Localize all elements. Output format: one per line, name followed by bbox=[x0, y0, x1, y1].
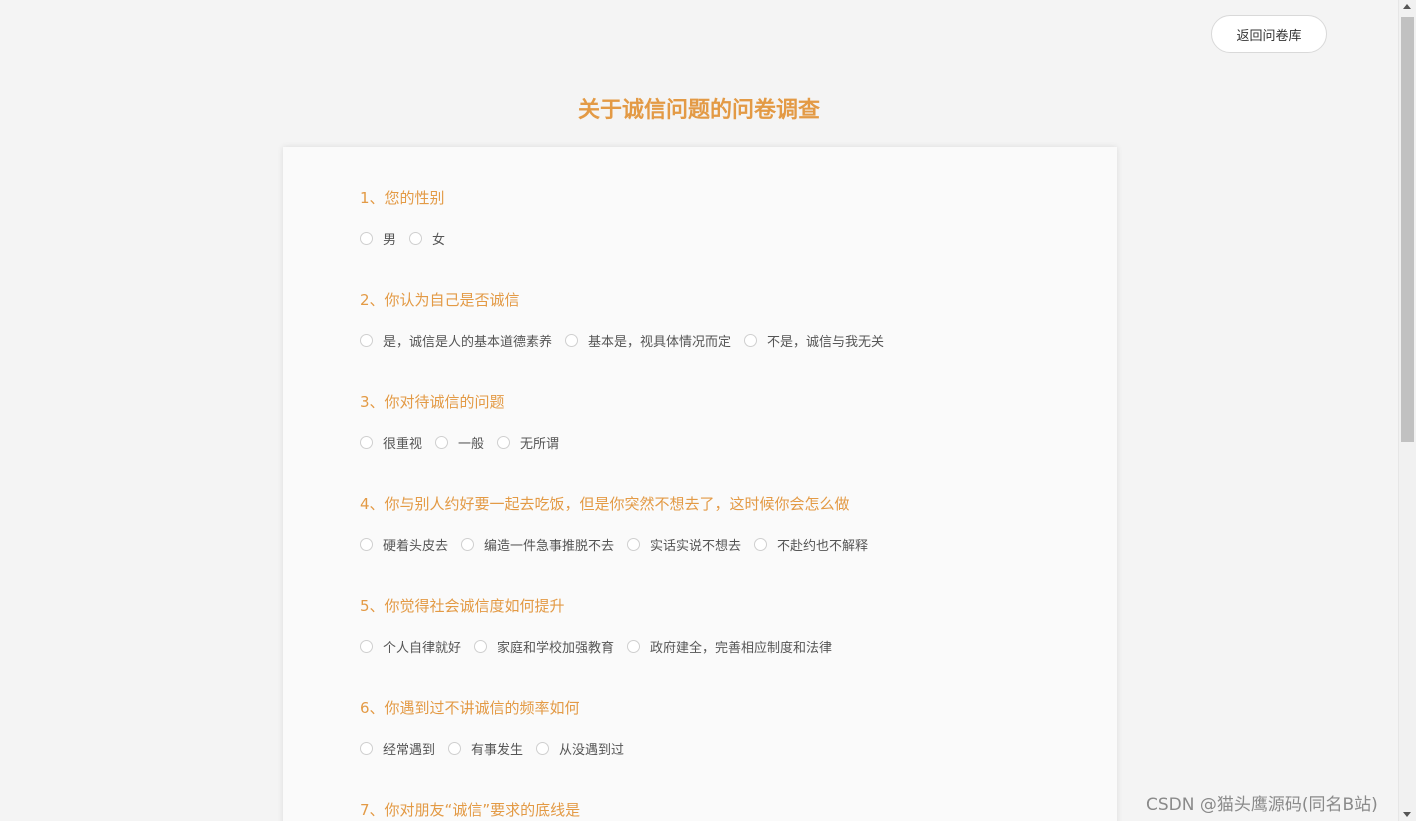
vertical-scrollbar[interactable] bbox=[1398, 0, 1416, 821]
radio-circle-icon[interactable] bbox=[536, 742, 550, 755]
option-radio[interactable]: 家庭和学校加强教育 bbox=[474, 637, 614, 656]
question-title: 5、你觉得社会诚信度如何提升 bbox=[360, 597, 565, 615]
option-label: 很重视 bbox=[383, 437, 423, 452]
question-title: 6、你遇到过不讲诚信的频率如何 bbox=[360, 699, 580, 717]
back-to-library-button[interactable]: 返回问卷库 bbox=[1211, 15, 1327, 53]
survey-page: 返回问卷库 关于诚信问题的问卷调查 1、您的性别 男 女 2、你认为自己是否诚信… bbox=[0, 0, 1416, 821]
option-group: 硬着头皮去 编造一件急事推脱不去 实话实说不想去 不赴约也不解释 bbox=[360, 535, 881, 554]
option-radio[interactable]: 硬着头皮去 bbox=[360, 535, 448, 554]
option-radio[interactable]: 一般 bbox=[435, 433, 484, 452]
radio-circle-icon[interactable] bbox=[360, 436, 373, 449]
option-radio[interactable]: 很重视 bbox=[360, 433, 422, 452]
question-title: 1、您的性别 bbox=[360, 189, 445, 207]
option-radio[interactable]: 从没遇到过 bbox=[536, 739, 624, 758]
option-label: 不是，诚信与我无关 bbox=[767, 335, 885, 350]
option-radio[interactable]: 女 bbox=[409, 229, 445, 248]
radio-circle-icon[interactable] bbox=[360, 334, 373, 347]
radio-circle-icon[interactable] bbox=[461, 538, 475, 551]
option-label: 经常遇到 bbox=[383, 743, 436, 758]
question-title: 4、你与别人约好要一起去吃饭，但是你突然不想去了，这时候你会怎么做 bbox=[360, 495, 850, 513]
option-radio[interactable]: 是，诚信是人的基本道德素养 bbox=[360, 331, 552, 350]
option-radio[interactable]: 有事发生 bbox=[448, 739, 523, 758]
radio-circle-icon[interactable] bbox=[474, 640, 488, 653]
watermark: CSDN @猫头鹰源码(同名B站) bbox=[1146, 795, 1378, 815]
option-label: 硬着头皮去 bbox=[383, 539, 449, 554]
option-label: 女 bbox=[432, 233, 446, 248]
option-radio[interactable]: 实话实说不想去 bbox=[627, 535, 741, 554]
question-1: 1、您的性别 男 女 bbox=[360, 187, 458, 248]
option-radio[interactable]: 不是，诚信与我无关 bbox=[744, 331, 884, 350]
radio-circle-icon[interactable] bbox=[448, 742, 462, 755]
radio-circle-icon[interactable] bbox=[435, 436, 449, 449]
option-label: 是，诚信是人的基本道德素养 bbox=[383, 335, 553, 350]
option-label: 编造一件急事推脱不去 bbox=[484, 539, 615, 554]
option-radio[interactable]: 编造一件急事推脱不去 bbox=[461, 535, 614, 554]
questionnaire-card: 1、您的性别 男 女 2、你认为自己是否诚信 是，诚信是人的基本道德素养 基本是… bbox=[283, 147, 1117, 821]
question-title: 2、你认为自己是否诚信 bbox=[360, 291, 520, 309]
radio-circle-icon[interactable] bbox=[627, 640, 641, 653]
question-6: 6、你遇到过不讲诚信的频率如何 经常遇到 有事发生 从没遇到过 bbox=[360, 697, 637, 758]
radio-circle-icon[interactable] bbox=[409, 232, 423, 245]
radio-circle-icon[interactable] bbox=[360, 640, 373, 653]
option-group: 个人自律就好 家庭和学校加强教育 政府建全，完善相应制度和法律 bbox=[360, 637, 845, 656]
option-label: 男 bbox=[383, 233, 397, 248]
scroll-down-arrow-icon[interactable] bbox=[1403, 812, 1411, 817]
option-label: 基本是，视具体情况而定 bbox=[588, 335, 732, 350]
option-label: 有事发生 bbox=[471, 743, 524, 758]
option-label: 政府建全，完善相应制度和法律 bbox=[650, 641, 833, 656]
option-radio[interactable]: 基本是，视具体情况而定 bbox=[565, 331, 731, 350]
option-label: 从没遇到过 bbox=[559, 743, 625, 758]
option-label: 一般 bbox=[458, 437, 485, 452]
question-3: 3、你对待诚信的问题 很重视 一般 无所谓 bbox=[360, 391, 572, 452]
option-group: 经常遇到 有事发生 从没遇到过 bbox=[360, 739, 637, 758]
option-radio[interactable]: 不赴约也不解释 bbox=[754, 535, 868, 554]
question-5: 5、你觉得社会诚信度如何提升 个人自律就好 家庭和学校加强教育 政府建全，完善相… bbox=[360, 595, 845, 656]
option-radio[interactable]: 经常遇到 bbox=[360, 739, 435, 758]
option-radio[interactable]: 个人自律就好 bbox=[360, 637, 461, 656]
scroll-up-arrow-icon[interactable] bbox=[1403, 4, 1411, 9]
option-radio[interactable]: 无所谓 bbox=[497, 433, 559, 452]
option-radio[interactable]: 男 bbox=[360, 229, 396, 248]
option-label: 个人自律就好 bbox=[383, 641, 462, 656]
question-7: 7、你对朋友“诚信”要求的底线是 bbox=[360, 799, 580, 820]
option-group: 很重视 一般 无所谓 bbox=[360, 433, 572, 452]
option-group: 男 女 bbox=[360, 229, 458, 248]
scrollbar-thumb[interactable] bbox=[1401, 17, 1414, 442]
option-group: 是，诚信是人的基本道德素养 基本是，视具体情况而定 不是，诚信与我无关 bbox=[360, 331, 897, 350]
option-radio[interactable]: 政府建全，完善相应制度和法律 bbox=[627, 637, 832, 656]
option-label: 不赴约也不解释 bbox=[777, 539, 869, 554]
radio-circle-icon[interactable] bbox=[360, 742, 373, 755]
question-title: 7、你对朋友“诚信”要求的底线是 bbox=[360, 801, 581, 819]
question-4: 4、你与别人约好要一起去吃饭，但是你突然不想去了，这时候你会怎么做 硬着头皮去 … bbox=[360, 493, 881, 554]
radio-circle-icon[interactable] bbox=[565, 334, 579, 347]
radio-circle-icon[interactable] bbox=[754, 538, 768, 551]
question-2: 2、你认为自己是否诚信 是，诚信是人的基本道德素养 基本是，视具体情况而定 不是… bbox=[360, 289, 897, 350]
option-label: 无所谓 bbox=[520, 437, 560, 452]
radio-circle-icon[interactable] bbox=[497, 436, 511, 449]
option-label: 实话实说不想去 bbox=[650, 539, 742, 554]
radio-circle-icon[interactable] bbox=[360, 538, 373, 551]
question-title: 3、你对待诚信的问题 bbox=[360, 393, 505, 411]
radio-circle-icon[interactable] bbox=[744, 334, 758, 347]
radio-circle-icon[interactable] bbox=[627, 538, 641, 551]
radio-circle-icon[interactable] bbox=[360, 232, 373, 245]
survey-title: 关于诚信问题的问卷调查 bbox=[577, 98, 820, 123]
option-label: 家庭和学校加强教育 bbox=[497, 641, 615, 656]
